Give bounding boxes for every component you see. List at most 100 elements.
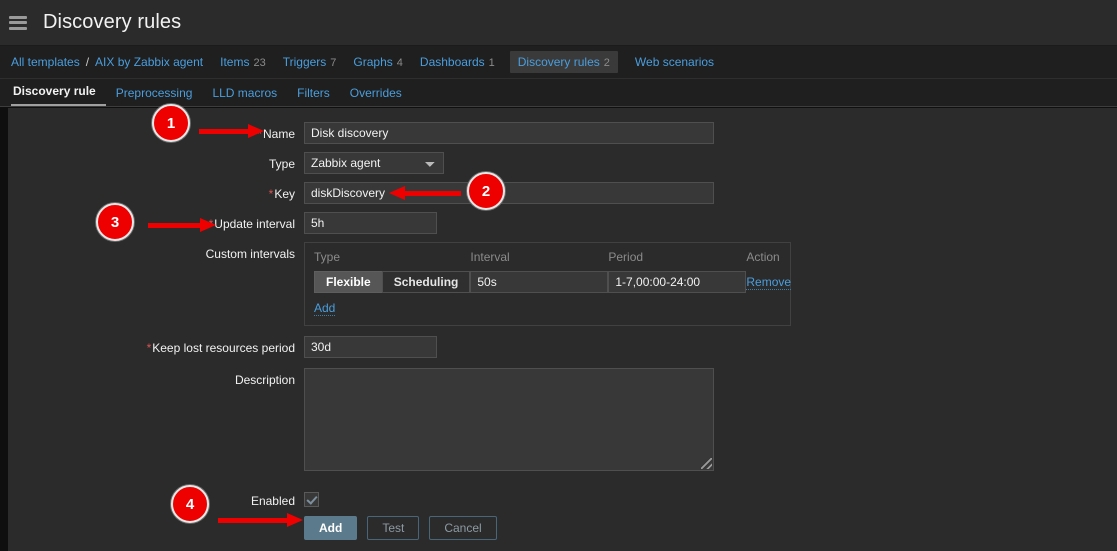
description-label: Description xyxy=(234,373,295,387)
breadcrumb: All templates / AIX by Zabbix agent Item… xyxy=(0,46,1117,79)
callout-arrow-1 xyxy=(199,124,264,138)
keep-lost-input[interactable] xyxy=(304,336,437,358)
callout-arrow-3 xyxy=(148,218,216,232)
custom-period-input[interactable] xyxy=(608,271,747,293)
type-select[interactable]: Zabbix agent xyxy=(304,152,444,174)
callout-badge-1: 1 xyxy=(152,104,190,142)
hamburger-bar xyxy=(9,26,27,30)
required-marker: * xyxy=(268,187,274,201)
key-input[interactable] xyxy=(304,182,714,204)
breadcrumb-item-items[interactable]: Items 23 xyxy=(220,55,266,69)
breadcrumb-count: 2 xyxy=(603,57,610,69)
custom-intervals-table: Type Interval Period Action Flexible Sch… xyxy=(314,250,792,297)
custom-interval-input[interactable] xyxy=(470,271,609,293)
breadcrumb-label: Dashboards xyxy=(419,55,485,69)
remove-interval-link[interactable]: Remove xyxy=(746,275,792,290)
breadcrumb-count: 4 xyxy=(396,57,403,69)
callout-arrow-2 xyxy=(389,186,461,200)
keep-lost-label: *Keep lost resources period xyxy=(8,336,304,355)
description-wrapper xyxy=(304,368,714,471)
keep-lost-label-text: Keep lost resources period xyxy=(152,341,295,355)
breadcrumb-template[interactable]: AIX by Zabbix agent xyxy=(95,55,203,69)
enabled-label: Enabled xyxy=(250,494,295,508)
page-title: Discovery rules xyxy=(43,11,182,33)
arrow-shaft xyxy=(218,517,287,523)
breadcrumb-count: 1 xyxy=(488,57,495,69)
enabled-checkbox[interactable] xyxy=(304,492,319,507)
breadcrumb-separator: / xyxy=(85,55,90,69)
custom-intervals-body: Flexible Scheduling Remov xyxy=(314,271,792,297)
form-row-buttons: Add Test Cancel xyxy=(8,516,1117,540)
arrow-shaft xyxy=(148,222,200,228)
cancel-button[interactable]: Cancel xyxy=(429,516,497,540)
table-header-row: Type Interval Period Action xyxy=(314,250,791,271)
form-row-key: *Key xyxy=(8,182,1117,204)
callout-badge-2: 2 xyxy=(467,172,505,210)
top-header-bar: Discovery rules xyxy=(0,0,1117,46)
callout-badge-3: 3 xyxy=(96,203,134,241)
column-header-type: Type xyxy=(314,250,341,264)
tab-preprocessing[interactable]: Preprocessing xyxy=(106,86,203,106)
key-label-text: Key xyxy=(274,187,295,201)
type-label: Type xyxy=(268,157,295,171)
key-label: *Key xyxy=(8,182,304,201)
breadcrumb-label: Graphs xyxy=(353,55,393,69)
breadcrumb-count: 23 xyxy=(253,57,266,69)
custom-intervals-head: Type Interval Period Action xyxy=(314,250,791,271)
add-interval-link[interactable]: Add xyxy=(314,301,336,316)
form-row-description: Description xyxy=(8,368,1117,471)
arrow-shaft xyxy=(405,190,461,196)
column-header-interval: Interval xyxy=(470,250,510,264)
arrow-head xyxy=(200,218,216,232)
tab-overrides[interactable]: Overrides xyxy=(340,86,412,106)
callout-arrow-4 xyxy=(218,513,303,527)
breadcrumb-label: Web scenarios xyxy=(634,55,715,69)
custom-intervals-box: Type Interval Period Action Flexible Sch… xyxy=(304,242,792,326)
interval-type-scheduling-button[interactable]: Scheduling xyxy=(381,271,471,293)
cell-period xyxy=(608,271,747,297)
table-row: Flexible Scheduling Remov xyxy=(314,271,792,297)
breadcrumb-all-templates[interactable]: All templates xyxy=(11,55,80,69)
arrow-head xyxy=(389,186,405,200)
description-textarea[interactable] xyxy=(304,368,714,471)
custom-intervals-label: Custom intervals xyxy=(205,247,295,261)
discovery-rule-form: * Name Type Zabbix agent *Key * Update int… xyxy=(8,108,1117,540)
tab-lld-macros[interactable]: LLD macros xyxy=(202,86,287,106)
interval-type-flexible-button[interactable]: Flexible xyxy=(314,271,382,293)
arrow-shaft xyxy=(199,128,248,134)
column-header-action: Action xyxy=(746,250,780,264)
arrow-head xyxy=(248,124,264,138)
hamburger-bar xyxy=(9,15,27,19)
test-button[interactable]: Test xyxy=(367,516,420,540)
update-interval-input[interactable] xyxy=(304,212,437,234)
callout-badge-4: 4 xyxy=(171,485,209,523)
cell-interval xyxy=(470,271,609,297)
hamburger-bar xyxy=(9,21,27,24)
breadcrumb-count: 7 xyxy=(330,57,337,69)
tab-bar: Discovery rule Preprocessing LLD macros … xyxy=(0,79,1117,107)
cell-type: Flexible Scheduling xyxy=(314,271,471,297)
breadcrumb-item-graphs[interactable]: Graphs 4 xyxy=(353,55,402,69)
discovery-rule-form-panel: * Name Type Zabbix agent *Key * Update int… xyxy=(8,108,1117,551)
breadcrumb-label: Items xyxy=(220,55,250,69)
update-interval-label-text: Update interval xyxy=(214,217,295,231)
breadcrumb-item-triggers[interactable]: Triggers 7 xyxy=(283,55,337,69)
breadcrumb-item-web-scenarios[interactable]: Web scenarios xyxy=(635,55,714,69)
form-action-buttons: Add Test Cancel xyxy=(304,516,497,540)
add-button[interactable]: Add xyxy=(304,516,358,540)
form-row-custom-intervals: Custom intervals Type Interval Period Ac… xyxy=(8,242,1117,326)
column-header-period: Period xyxy=(608,250,644,264)
breadcrumb-item-dashboards[interactable]: Dashboards 1 xyxy=(420,55,495,69)
breadcrumb-item-discovery-rules[interactable]: Discovery rules 2 xyxy=(509,51,618,73)
arrow-head xyxy=(287,513,303,527)
name-label-text: Name xyxy=(262,127,295,141)
name-input[interactable] xyxy=(304,122,714,144)
tab-filters[interactable]: Filters xyxy=(287,86,340,106)
tab-discovery-rule[interactable]: Discovery rule xyxy=(11,84,106,106)
form-row-keep-lost: *Keep lost resources period xyxy=(8,336,1117,358)
breadcrumb-label: Discovery rules xyxy=(517,55,600,69)
breadcrumb-label: Triggers xyxy=(282,55,327,69)
form-row-type: Type Zabbix agent xyxy=(8,152,1117,174)
hamburger-icon[interactable] xyxy=(9,15,27,30)
interval-type-toggle: Flexible Scheduling xyxy=(314,271,471,293)
